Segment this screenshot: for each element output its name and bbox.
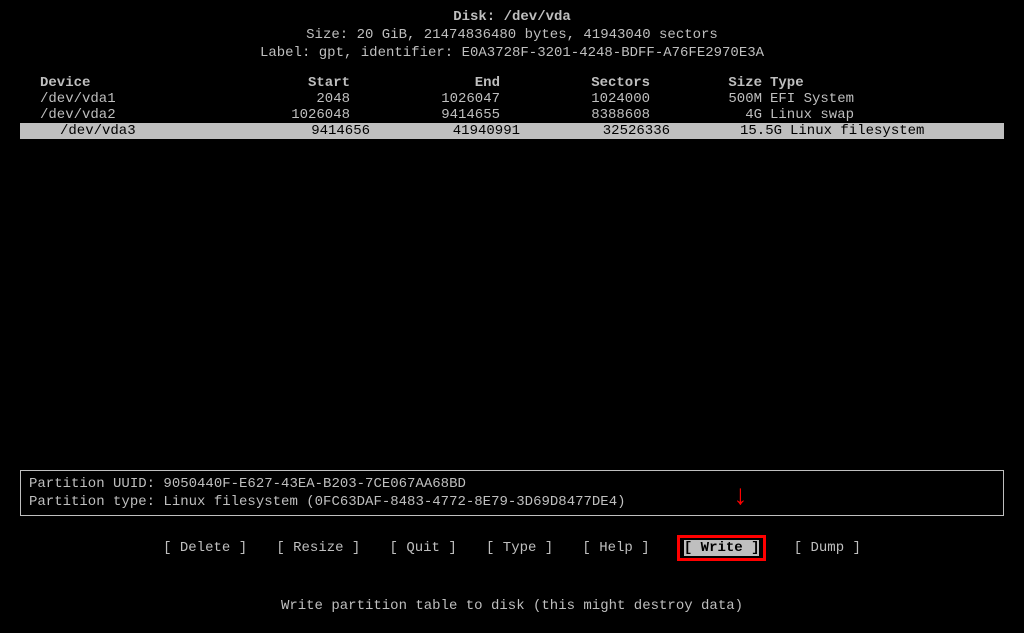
- quit-button[interactable]: [ Quit ]: [390, 540, 457, 556]
- menu-bar: [ Delete ] [ Resize ] [ Quit ] [ Type ] …: [0, 540, 1024, 556]
- cell-end: 41940991: [370, 123, 520, 139]
- cell-end: 1026047: [350, 91, 500, 107]
- cell-size: 500M: [650, 91, 770, 107]
- cell-start: 9414656: [250, 123, 370, 139]
- header-start: Start: [230, 75, 350, 91]
- cell-end: 9414655: [350, 107, 500, 123]
- cell-sectors: 8388608: [500, 107, 650, 123]
- header-end: End: [350, 75, 500, 91]
- write-highlight-annotation: [ Write ]: [677, 535, 767, 561]
- arrow-down-icon: ↓: [732, 484, 749, 512]
- type-button[interactable]: [ Type ]: [486, 540, 553, 556]
- cell-device: /dev/vda1: [40, 91, 230, 107]
- header-sectors: Sectors: [500, 75, 650, 91]
- row-selector: >>: [24, 123, 41, 139]
- cell-sectors: 1024000: [500, 91, 650, 107]
- table-row[interactable]: /dev/vda3 9414656 41940991 32526336 15.5…: [20, 123, 1004, 139]
- disk-line: Disk: /dev/vda: [0, 8, 1024, 26]
- size-line: Size: 20 GiB, 21474836480 bytes, 4194304…: [0, 26, 1024, 44]
- partition-uuid: Partition UUID: 9050440F-E627-43EA-B203-…: [29, 475, 995, 493]
- disk-header: Disk: /dev/vda Size: 20 GiB, 21474836480…: [0, 0, 1024, 63]
- cell-type: Linux swap: [770, 107, 1004, 123]
- cell-start: 1026048: [230, 107, 350, 123]
- partition-table: Device Start End Sectors Size Type /dev/…: [0, 75, 1024, 139]
- header-device: Device: [40, 75, 230, 91]
- cell-start: 2048: [230, 91, 350, 107]
- partition-type: Partition type: Linux filesystem (0FC63D…: [29, 493, 995, 511]
- cell-type: EFI System: [770, 91, 1004, 107]
- cell-device: /dev/vda2: [40, 107, 230, 123]
- cell-type: Linux filesystem: [790, 123, 984, 139]
- resize-button[interactable]: [ Resize ]: [276, 540, 360, 556]
- table-row[interactable]: /dev/vda1 2048 1026047 1024000 500M EFI …: [20, 91, 1004, 107]
- partition-info-box: Partition UUID: 9050440F-E627-43EA-B203-…: [20, 470, 1004, 516]
- write-button[interactable]: [ Write ]: [684, 540, 760, 556]
- table-row[interactable]: /dev/vda2 1026048 9414655 8388608 4G Lin…: [20, 107, 1004, 123]
- dump-button[interactable]: [ Dump ]: [794, 540, 861, 556]
- footer-hint: Write partition table to disk (this migh…: [0, 598, 1024, 614]
- header-type: Type: [770, 75, 1004, 91]
- header-size: Size: [650, 75, 770, 91]
- label-line: Label: gpt, identifier: E0A3728F-3201-42…: [0, 44, 1024, 62]
- cell-size: 15.5G: [670, 123, 790, 139]
- cell-sectors: 32526336: [520, 123, 670, 139]
- table-header-row: Device Start End Sectors Size Type: [20, 75, 1004, 91]
- delete-button[interactable]: [ Delete ]: [163, 540, 247, 556]
- cell-size: 4G: [650, 107, 770, 123]
- cell-device: /dev/vda3: [60, 123, 250, 139]
- help-button[interactable]: [ Help ]: [582, 540, 649, 556]
